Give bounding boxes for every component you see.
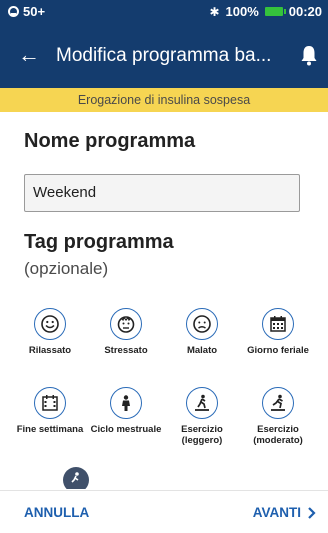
next-button-label: AVANTI — [252, 505, 301, 520]
bell-icon[interactable] — [300, 44, 318, 66]
tag-label: Ciclo mestruale — [90, 424, 162, 435]
tag-label: Stressato — [104, 345, 148, 356]
tag-sick[interactable]: Malato — [166, 308, 238, 356]
tag-label: Rilassato — [28, 345, 72, 356]
person-icon — [110, 387, 142, 419]
notification-icon — [8, 6, 19, 17]
program-tag-heading: Tag programma — [24, 231, 174, 253]
stressed-face-icon — [110, 308, 142, 340]
tag-label: Malato — [186, 345, 218, 356]
battery-percent: 100% — [225, 4, 259, 19]
calendar-icon — [262, 308, 294, 340]
insulin-suspended-banner: Erogazione di insulina sospesa — [0, 88, 328, 112]
program-tag-optional-label: (opzionale) — [24, 259, 109, 278]
tag-label: Esercizio (moderato) — [253, 424, 303, 446]
program-name-input[interactable]: Weekend — [24, 174, 300, 212]
tag-more-partial[interactable] — [63, 467, 89, 489]
sick-face-icon — [186, 308, 218, 340]
status-time: 00:20 — [288, 4, 322, 19]
screen: 50+ ✱ 100% 00:20 ← Modifica programma ba… — [0, 0, 328, 533]
tag-relaxed[interactable]: Rilassato — [14, 308, 86, 356]
cancel-button[interactable]: ANNULLA — [24, 505, 89, 520]
tag-weekend[interactable]: Fine settimana — [14, 387, 86, 435]
tag-exercise-moderate[interactable]: Esercizio (moderato) — [242, 387, 314, 446]
bottom-action-bar: ANNULLA AVANTI — [0, 490, 328, 533]
calendar-weekend-icon — [34, 387, 66, 419]
page-title: Modifica programma ba... — [56, 45, 272, 66]
notification-count: 50+ — [23, 4, 46, 19]
treadmill-light-icon — [186, 387, 218, 419]
program-name-heading: Nome programma — [24, 130, 196, 152]
tag-label: Fine settimana — [16, 424, 84, 435]
arrow-left-icon[interactable]: ← — [16, 42, 42, 68]
status-bar: 50+ ✱ 100% 00:20 — [0, 0, 328, 24]
smiley-icon — [34, 308, 66, 340]
tag-weekday[interactable]: Giorno feriale — [242, 308, 314, 356]
tag-exercise-light[interactable]: Esercizio (leggero) — [166, 387, 238, 446]
next-button[interactable]: AVANTI — [253, 505, 316, 520]
chevron-right-icon — [308, 506, 316, 519]
treadmill-moderate-icon — [262, 387, 294, 419]
battery-icon — [264, 7, 286, 16]
tag-label: Giorno feriale — [247, 345, 309, 356]
bluetooth-icon: ✱ — [209, 4, 220, 19]
tag-stressed[interactable]: Stressato — [90, 308, 162, 356]
tag-label: Esercizio (leggero) — [181, 424, 223, 446]
app-header: ← Modifica programma ba... — [0, 24, 328, 88]
exercise-intense-icon — [63, 467, 89, 489]
tag-menstrual-cycle[interactable]: Ciclo mestruale — [90, 387, 162, 435]
